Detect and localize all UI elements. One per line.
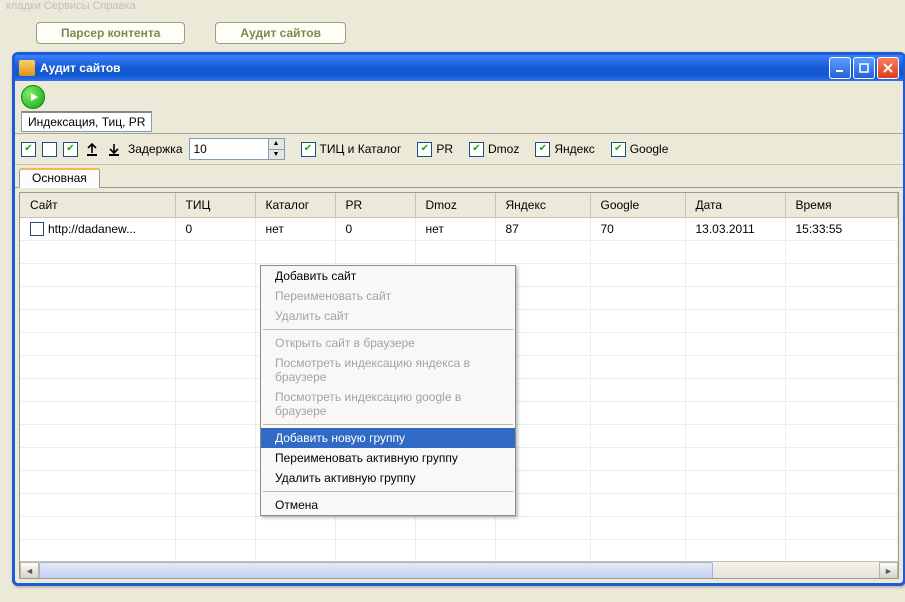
spin-up-icon[interactable]: ▲ (268, 139, 284, 150)
cell-pr: 0 (335, 218, 415, 241)
parser-content-button[interactable]: Парсер контента (36, 22, 185, 44)
menu-cancel[interactable]: Отмена (261, 495, 515, 515)
table-row: . (20, 517, 898, 540)
download-icon[interactable] (106, 141, 122, 157)
spin-down-icon[interactable]: ▼ (268, 150, 284, 160)
parent-menu-bar: кладки Сервисы Справка (0, 0, 905, 14)
menu-rename-site[interactable]: Переименовать сайт (261, 286, 515, 306)
menu-view-google[interactable]: Посмотреть индексацию google в браузере (261, 387, 515, 421)
table-row: . (20, 241, 898, 264)
dmoz-label: Dmoz (488, 142, 519, 156)
cell-dmoz: нет (415, 218, 495, 241)
select-invert-checkbox[interactable] (63, 142, 78, 157)
menu-open-browser[interactable]: Открыть сайт в браузере (261, 333, 515, 353)
scroll-track[interactable] (39, 562, 879, 579)
menu-add-site[interactable]: Добавить сайт (261, 266, 515, 286)
delay-label: Задержка (128, 142, 183, 156)
menu-delete-site[interactable]: Удалить сайт (261, 306, 515, 326)
google-label: Google (630, 142, 669, 156)
pr-label: PR (436, 142, 453, 156)
parent-toolbar: Парсер контента Аудит сайтов (0, 18, 905, 48)
cell-catalog: нет (255, 218, 335, 241)
dmoz-checkbox[interactable] (469, 142, 484, 157)
minimize-icon (835, 63, 845, 73)
scroll-left-icon[interactable]: ◄ (20, 562, 39, 579)
scroll-thumb[interactable] (39, 562, 713, 579)
cell-site: http://dadanew... (48, 222, 136, 236)
menu-separator (263, 424, 513, 425)
cell-time: 15:33:55 (785, 218, 898, 241)
col-site[interactable]: Сайт (20, 193, 175, 218)
run-button[interactable] (21, 85, 45, 109)
delay-input[interactable]: 10 ▲ ▼ (189, 138, 285, 160)
cell-google: 70 (590, 218, 685, 241)
tic-catalog-label: ТИЦ и Каталог (320, 142, 402, 156)
grid-header-row: Сайт ТИЦ Каталог PR Dmoz Яндекс Google Д… (20, 193, 898, 218)
mode-toolbar: Индексация, Тиц, PR (15, 81, 903, 134)
table-row: . (20, 540, 898, 563)
menu-delete-group[interactable]: Удалить активную группу (261, 468, 515, 488)
maximize-button[interactable] (853, 57, 875, 79)
mode-dropdown[interactable]: Индексация, Тиц, PR (21, 111, 152, 132)
col-date[interactable]: Дата (685, 193, 785, 218)
yandex-label: Яндекс (554, 142, 594, 156)
menu-separator (263, 491, 513, 492)
pr-checkbox[interactable] (417, 142, 432, 157)
close-icon (883, 63, 893, 73)
cell-tic: 0 (175, 218, 255, 241)
select-all-checkbox[interactable] (21, 142, 36, 157)
yandex-checkbox[interactable] (535, 142, 550, 157)
col-pr[interactable]: PR (335, 193, 415, 218)
col-catalog[interactable]: Каталог (255, 193, 335, 218)
delay-value: 10 (194, 142, 207, 156)
cell-yandex: 87 (495, 218, 590, 241)
scroll-right-icon[interactable]: ► (879, 562, 898, 579)
menu-add-group[interactable]: Добавить новую группу (261, 428, 515, 448)
maximize-icon (859, 63, 869, 73)
minimize-button[interactable] (829, 57, 851, 79)
google-checkbox[interactable] (611, 142, 626, 157)
col-yandex[interactable]: Яндекс (495, 193, 590, 218)
tab-main[interactable]: Основная (19, 168, 100, 188)
tic-catalog-checkbox[interactable] (301, 142, 316, 157)
select-none-checkbox[interactable] (42, 142, 57, 157)
cell-date: 13.03.2011 (685, 218, 785, 241)
col-time[interactable]: Время (785, 193, 898, 218)
horizontal-scrollbar[interactable]: ◄ ► (20, 561, 898, 579)
table-row[interactable]: http://dadanew... 0 нет 0 нет 87 70 13.0… (20, 218, 898, 241)
audit-sites-button[interactable]: Аудит сайтов (215, 22, 346, 44)
menu-view-yandex[interactable]: Посмотреть индексацию яндекса в браузере (261, 353, 515, 387)
filter-toolbar: Задержка 10 ▲ ▼ ТИЦ и Каталог PR Dmoz Ян… (15, 134, 903, 165)
app-icon (19, 60, 35, 76)
context-menu: Добавить сайт Переименовать сайт Удалить… (260, 265, 516, 516)
upload-icon[interactable] (84, 141, 100, 157)
window-titlebar: Аудит сайтов (15, 55, 903, 81)
tab-strip: Основная (15, 165, 903, 188)
col-tic[interactable]: ТИЦ (175, 193, 255, 218)
menu-rename-group[interactable]: Переименовать активную группу (261, 448, 515, 468)
close-button[interactable] (877, 57, 899, 79)
col-google[interactable]: Google (590, 193, 685, 218)
window-title: Аудит сайтов (40, 61, 121, 75)
col-dmoz[interactable]: Dmoz (415, 193, 495, 218)
row-checkbox[interactable] (30, 222, 44, 236)
menu-separator (263, 329, 513, 330)
